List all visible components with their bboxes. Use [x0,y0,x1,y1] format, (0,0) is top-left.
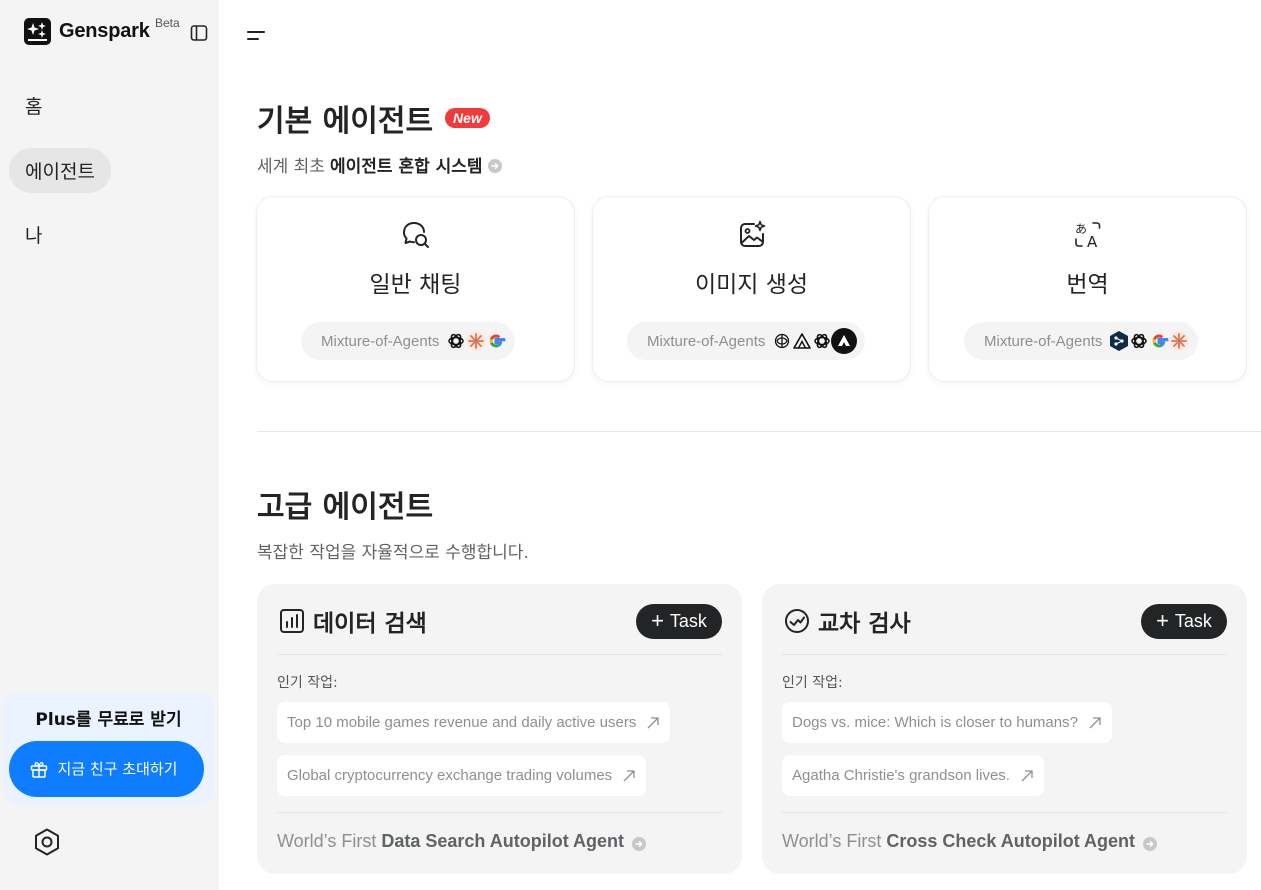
popular-label: 인기 작업: [782,675,843,691]
add-task-button[interactable]: + Task [636,604,722,639]
card-title: 교차 검사 [818,611,911,637]
translate-icon: あA [1072,219,1104,251]
sidebar-item-label: 나 [25,225,43,247]
add-task-button[interactable]: + Task [1141,604,1227,639]
advanced-agents-title: 고급 에이전트 [257,490,434,525]
openai-icon [445,330,467,352]
task-label: Task [1174,611,1212,631]
autopilot-link[interactable]: World’s First Cross Check Autopilot Agen… [782,831,1158,852]
openai-icon [1128,330,1150,352]
mixture-of-agents-pill: Mixture-of-Agents [964,322,1199,360]
sidebar-item-label: 홈 [25,96,43,118]
footer-prefix: World’s First [782,831,882,851]
chat-search-icon [400,219,432,251]
bar-chart-icon [279,608,305,634]
mixture-of-agents-pill: Mixture-of-Agents [301,322,516,360]
circle-arrow-icon [1143,835,1158,851]
sidebar-item-agents[interactable]: 에이전트 [9,148,111,193]
recraft-icon [831,328,858,354]
arrow-up-right-icon [1020,769,1034,783]
claude-icon [465,330,487,352]
popular-task-chip[interactable]: Top 10 mobile games revenue and daily ac… [277,702,671,743]
circle-arrow-icon [632,835,647,851]
section-title: 기본 에이전트 [257,104,434,139]
autopilot-link[interactable]: World’s First Data Search Autopilot Agen… [277,831,647,852]
settings-icon[interactable] [31,826,63,858]
chip-label: Global cryptocurrency exchange trading v… [287,767,613,784]
google-icon [1148,330,1170,352]
deepl-icon [1108,330,1130,352]
menu-icon[interactable] [246,28,266,44]
footer-prefix: World’s First [277,831,377,851]
plus-promo: Plus를 무료로 받기 지금 친구 초대하기 [3,693,214,805]
sidebar-item-home[interactable]: 홈 [9,83,58,128]
footer-bold: Cross Check Autopilot Agent [886,831,1136,851]
card-title: 이미지 생성 [694,272,809,298]
card-translation[interactable]: あA 번역 Mixture-of-Agents [929,197,1246,381]
card-general-chat[interactable]: 일반 채팅 Mixture-of-Agents [257,197,574,381]
arrow-up-right-icon [646,716,660,730]
footer-bold: Data Search Autopilot Agent [381,831,625,851]
pill-label: Mixture-of-Agents [647,332,766,350]
chip-label: Dogs vs. mice: Which is closer to humans… [792,714,1078,731]
ideogram-icon [791,330,813,352]
task-label: Task [669,611,707,631]
section-divider [257,431,1261,432]
divider [782,654,1227,655]
pill-label: Mixture-of-Agents [321,332,440,350]
divider [277,812,722,813]
invite-button-label: 지금 친구 초대하기 [57,759,178,778]
logo[interactable]: Genspark [24,18,150,45]
card-title: 일반 채팅 [369,272,462,298]
basic-agents-title: 기본 에이전트 New [257,96,490,140]
popular-task-chip[interactable]: Dogs vs. mice: Which is closer to humans… [782,702,1112,743]
sidebar-item-label: 에이전트 [25,161,95,183]
genspark-logo-icon [24,18,51,45]
sidebar-toggle-icon[interactable] [190,24,208,42]
plus-icon: + [1156,607,1169,633]
pill-label: Mixture-of-Agents [984,332,1103,350]
sidebar: Genspark Beta 홈 에이전트 나 Plus를 무료로 받기 지금 친… [0,0,219,890]
basic-agents-subtitle[interactable]: 세계 최초 에이전트 혼합 시스템 [257,152,502,177]
popular-task-chip[interactable]: Agatha Christie's grandson lives. [782,755,1044,796]
check-trend-icon [784,608,810,634]
chip-label: Top 10 mobile games revenue and daily ac… [287,714,637,731]
subtitle-prefix: 세계 최초 [257,157,325,177]
arrow-up-right-icon [622,769,636,783]
plus-icon: + [651,607,664,633]
promo-title: Plus를 무료로 받기 [35,710,182,730]
card-title: 데이터 검색 [313,611,427,637]
advanced-agents-subtitle: 복잡한 작업을 자율적으로 수행합니다. [257,543,529,563]
divider [277,654,722,655]
openai-icon [811,330,833,352]
flux-icon [771,330,793,352]
brand-name: Genspark [59,20,150,42]
mixture-of-agents-pill: Mixture-of-Agents [627,322,866,360]
chip-label: Agatha Christie's grandson lives. [792,767,1010,784]
google-icon [485,330,507,352]
sidebar-item-me[interactable]: 나 [9,212,58,257]
subtitle-bold: 에이전트 혼합 시스템 [329,157,483,177]
circle-arrow-icon [487,158,502,173]
image-sparkle-icon [736,219,768,251]
new-badge: New [445,108,490,128]
gift-icon [29,759,49,779]
card-data-search: 데이터 검색 + Task 인기 작업: Top 10 mobile games… [257,584,742,874]
svg-text:A: A [1087,233,1098,251]
arrow-up-right-icon [1088,716,1102,730]
popular-label: 인기 작업: [277,675,338,691]
card-title: 번역 [1066,272,1109,298]
divider [782,812,1227,813]
claude-icon [1168,330,1190,352]
svg-text:あ: あ [1075,222,1087,236]
invite-friends-button[interactable]: 지금 친구 초대하기 [9,741,204,797]
popular-task-chip[interactable]: Global cryptocurrency exchange trading v… [277,755,647,796]
card-image-generation[interactable]: 이미지 생성 Mixture-of-Agents [593,197,910,381]
card-cross-check: 교차 검사 + Task 인기 작업: Dogs vs. mice: Which… [762,584,1247,874]
beta-badge: Beta [155,16,180,30]
